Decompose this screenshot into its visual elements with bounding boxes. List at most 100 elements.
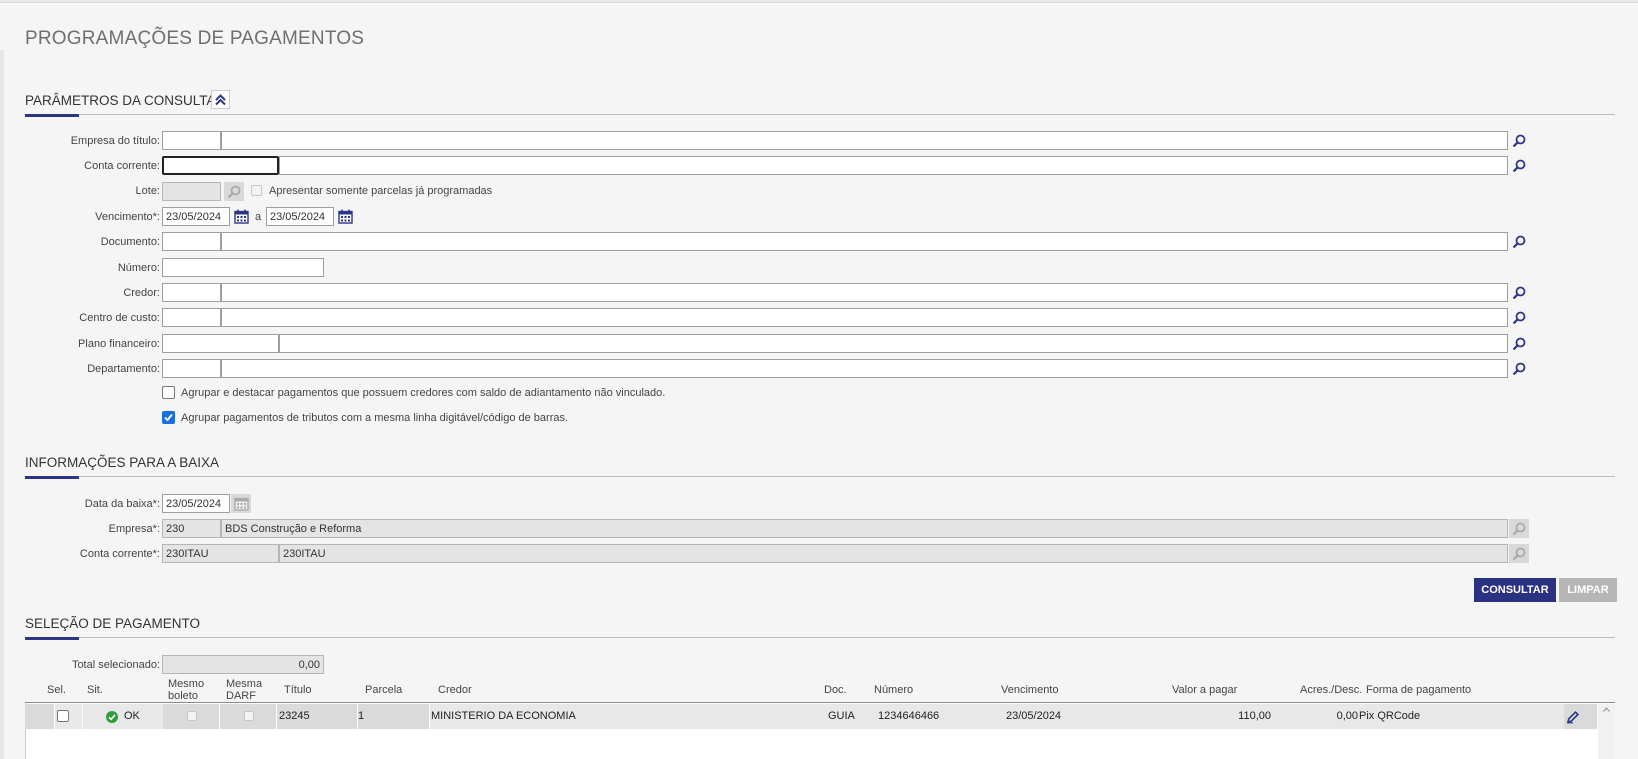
lote-label: Lote:: [135, 185, 160, 197]
col-header-acres: Acres./Desc.: [1300, 684, 1363, 696]
section-divider: [25, 476, 1615, 477]
row-cell: [25, 704, 55, 729]
conta-corrente-name-input[interactable]: [279, 156, 1508, 175]
departamento-name-input[interactable]: [221, 359, 1508, 378]
agrupar-tributos-checkbox[interactable]: [162, 411, 175, 424]
data-baixa-input[interactable]: [162, 494, 230, 513]
numero-input[interactable]: [162, 258, 324, 277]
table-scrollbar[interactable]: [1598, 704, 1615, 759]
credor-search-button[interactable]: [1509, 283, 1529, 302]
plano-financeiro-code-input[interactable]: [162, 334, 279, 353]
pencil-icon: [1566, 710, 1580, 723]
row-edit-button[interactable]: [1563, 707, 1583, 726]
vencimento-label: Vencimento*:: [95, 211, 160, 223]
row-status: OK: [124, 710, 140, 722]
conta-baixa-name-input[interactable]: [279, 544, 1508, 563]
apresentar-parcelas-checkbox[interactable]: [251, 185, 262, 196]
col-header-mesma-darf-1: Mesma: [226, 678, 263, 690]
conta-baixa-code-input[interactable]: [162, 544, 279, 563]
conta-baixa-search-button[interactable]: [1509, 544, 1529, 563]
col-header-doc: Doc.: [824, 684, 847, 696]
section-accent: [25, 114, 79, 117]
vencimento-from-calendar-button[interactable]: [231, 207, 251, 226]
search-icon: [1512, 311, 1526, 324]
empresa-titulo-label: Empresa do título:: [70, 135, 160, 147]
row-credor: MINISTERIO DA ECONOMIA: [431, 710, 576, 722]
row-cell: [358, 704, 430, 729]
apresentar-parcelas-label: Apresentar somente parcelas já programad…: [269, 185, 493, 197]
plano-financeiro-search-button[interactable]: [1509, 334, 1529, 353]
consultar-button[interactable]: CONSULTAR: [1474, 578, 1556, 602]
col-header-credor: Credor: [438, 684, 472, 696]
agrupar-tributos-label: Agrupar pagamentos de tributos com a mes…: [181, 412, 569, 424]
page-title: PROGRAMAÇÕES DE PAGAMENTOS: [25, 28, 365, 49]
agrupar-adiantamento-checkbox[interactable]: [162, 386, 175, 399]
vencimento-to-input[interactable]: [266, 207, 334, 226]
lote-input[interactable]: [162, 182, 221, 201]
departamento-code-input[interactable]: [162, 359, 221, 378]
empresa-code-input[interactable]: [162, 519, 221, 538]
departamento-label: Departamento:: [87, 363, 160, 375]
empresa-label: Empresa*:: [108, 523, 160, 535]
data-baixa-calendar-button[interactable]: [231, 494, 251, 513]
empresa-titulo-code-input[interactable]: [162, 131, 221, 150]
search-icon: [1512, 547, 1526, 560]
empresa-titulo-search-button[interactable]: [1509, 131, 1529, 150]
conta-corrente-search-button[interactable]: [1509, 156, 1529, 175]
col-header-mesma-darf-2: DARF: [226, 690, 256, 702]
documento-label: Documento:: [100, 236, 160, 248]
search-icon: [1512, 159, 1526, 172]
plano-financeiro-label: Plano financeiro:: [78, 338, 160, 350]
data-baixa-label: Data da baixa*:: [84, 498, 160, 510]
plano-financeiro-name-input[interactable]: [279, 334, 1508, 353]
col-header-sit: Sit.: [87, 684, 103, 696]
departamento-search-button[interactable]: [1509, 359, 1529, 378]
collapse-button[interactable]: [211, 90, 230, 109]
conta-corrente-code-input[interactable]: [162, 156, 279, 175]
centro-custo-label: Centro de custo:: [79, 312, 160, 324]
section-title-selecao: SELEÇÃO DE PAGAMENTO: [25, 616, 201, 631]
section-accent: [25, 637, 79, 640]
checkmark-icon: [164, 413, 173, 422]
scroll-up-arrow-icon[interactable]: [1602, 706, 1611, 713]
row-mesmo-boleto-checkbox[interactable]: [187, 711, 197, 721]
search-icon: [1512, 522, 1526, 535]
documento-code-input[interactable]: [162, 232, 221, 251]
lote-search-button[interactable]: [224, 182, 244, 201]
search-icon: [1512, 235, 1526, 248]
row-parcela: 1: [358, 710, 365, 722]
total-selecionado-label: Total selecionado:: [71, 659, 160, 671]
centro-custo-search-button[interactable]: [1509, 308, 1529, 327]
agrupar-adiantamento-label: Agrupar e destacar pagamentos que possue…: [181, 387, 666, 399]
left-edge: [0, 50, 4, 759]
empresa-titulo-name-input[interactable]: [221, 131, 1508, 150]
section-accent: [25, 476, 79, 479]
search-icon: [1512, 286, 1526, 299]
empresa-name-input[interactable]: [221, 519, 1508, 538]
limpar-button[interactable]: LIMPAR: [1559, 578, 1617, 602]
calendar-icon: [337, 209, 353, 224]
conta-corrente-label: Conta corrente:: [84, 160, 160, 172]
col-header-forma: Forma de pagamento: [1366, 684, 1472, 696]
double-chevron-up-icon: [215, 94, 226, 106]
row-select-checkbox[interactable]: [57, 710, 69, 722]
credor-code-input[interactable]: [162, 283, 221, 302]
empresa-search-button[interactable]: [1509, 519, 1529, 538]
row-mesma-darf-checkbox[interactable]: [244, 711, 254, 721]
documento-name-input[interactable]: [221, 232, 1508, 251]
documento-search-button[interactable]: [1509, 232, 1529, 251]
vencimento-from-input[interactable]: [162, 207, 230, 226]
col-header-sel: Sel.: [47, 684, 66, 696]
check-circle-icon: [106, 711, 118, 723]
search-icon: [1512, 362, 1526, 375]
calendar-icon: [233, 209, 249, 224]
col-header-valor: Valor a pagar: [1172, 684, 1238, 696]
credor-name-input[interactable]: [221, 283, 1508, 302]
table-row[interactable]: OK 23245 1 MINISTERIO DA ECONOMIA GUIA 1…: [25, 704, 1598, 729]
vencimento-to-calendar-button[interactable]: [335, 207, 355, 226]
row-cell-divider: [82, 704, 83, 729]
top-bar: [0, 0, 1638, 3]
centro-custo-name-input[interactable]: [221, 308, 1508, 327]
row-numero: 1234646466: [878, 710, 940, 722]
centro-custo-code-input[interactable]: [162, 308, 221, 327]
